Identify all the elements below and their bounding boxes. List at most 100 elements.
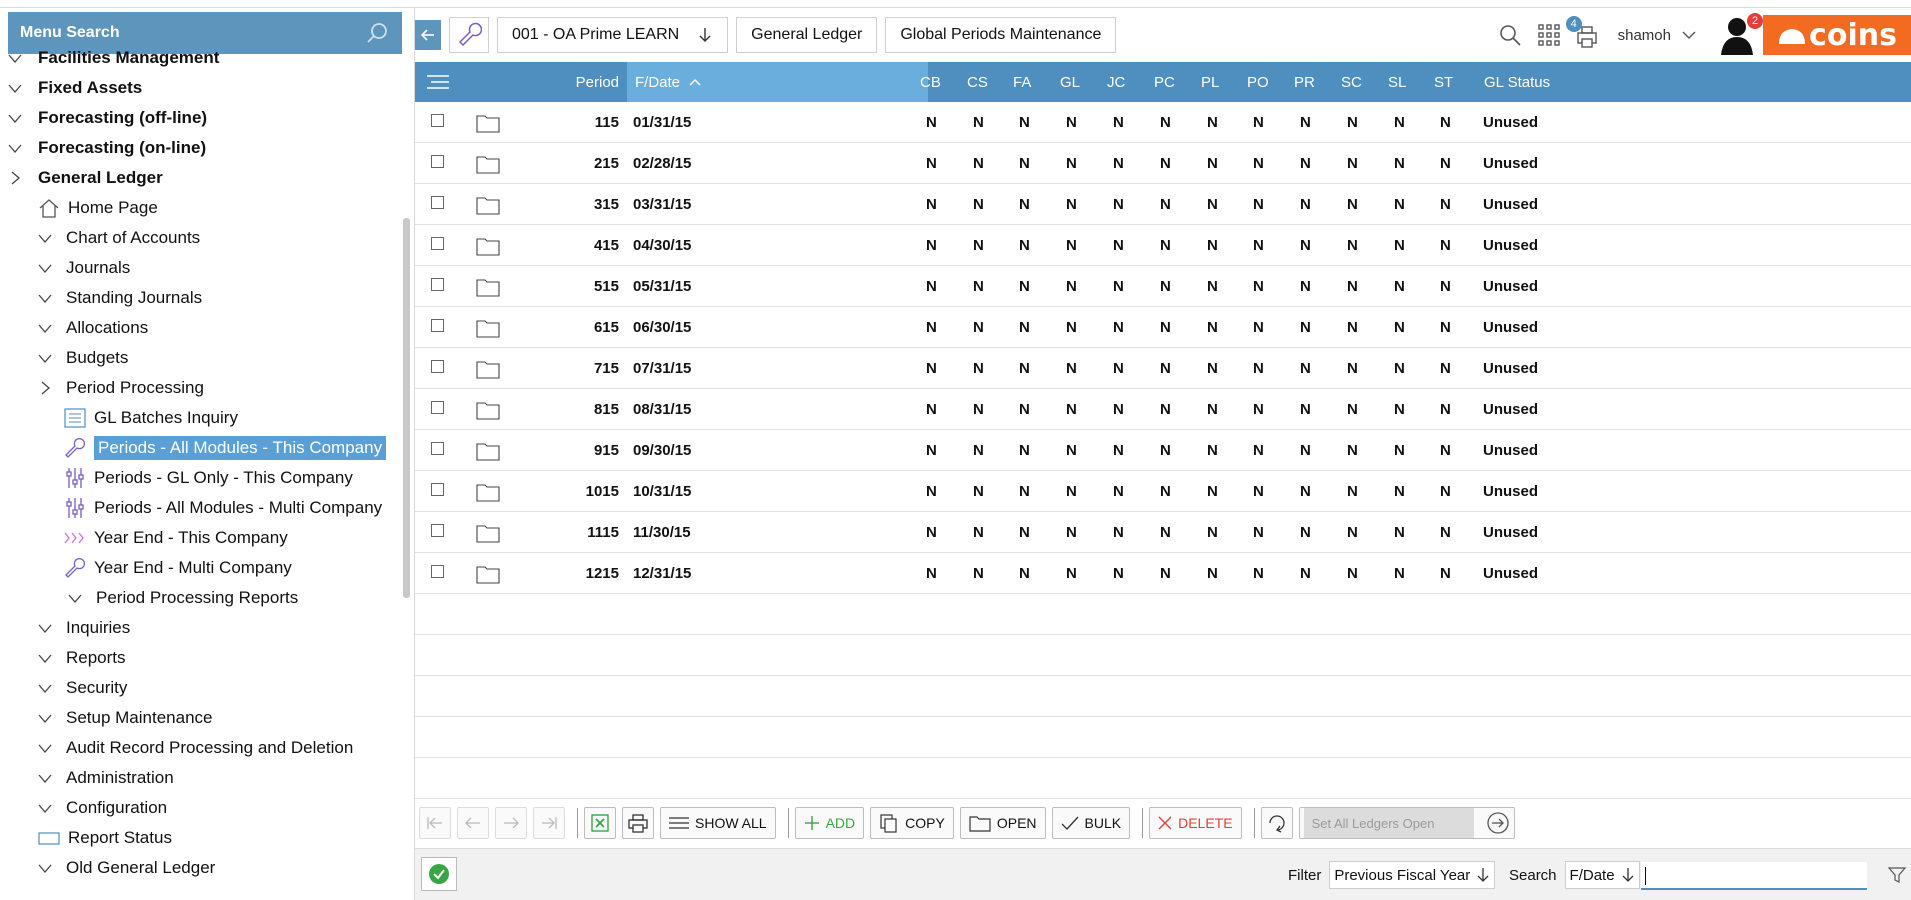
chevron-down-icon[interactable] (1681, 27, 1697, 43)
print-queue[interactable]: 4 (1565, 16, 1602, 50)
sidebar-item[interactable]: Period Processing Reports (64, 583, 298, 613)
chevron-down-icon[interactable] (38, 651, 52, 665)
sidebar-item[interactable]: Year End - This Company (64, 523, 288, 553)
search-icon[interactable] (1498, 23, 1522, 47)
row-checkbox[interactable] (431, 483, 444, 496)
folder-icon[interactable] (476, 471, 500, 512)
delete-button[interactable]: DELETE (1149, 807, 1242, 839)
column-menu[interactable] (427, 62, 457, 102)
breadcrumb-global-periods[interactable]: Global Periods Maintenance (885, 17, 1117, 53)
column-header-flag[interactable]: PC (1154, 62, 1194, 102)
chevron-down-icon[interactable] (38, 801, 52, 815)
sidebar-item[interactable]: Periods - All Modules - This Company (64, 433, 387, 463)
chevron-right-icon[interactable] (8, 171, 22, 185)
column-header-flag[interactable]: SC (1341, 62, 1381, 102)
bulk-button[interactable]: BULK (1051, 807, 1131, 839)
add-button[interactable]: ADD (794, 807, 865, 839)
column-header-flag[interactable]: ST (1434, 62, 1474, 102)
column-header-flag[interactable]: PO (1247, 62, 1287, 102)
breadcrumb-tool[interactable] (449, 17, 489, 53)
sidebar-item[interactable]: Setup Maintenance (38, 703, 213, 733)
folder-icon[interactable] (476, 102, 500, 143)
row-checkbox[interactable] (431, 319, 444, 332)
folder-icon[interactable] (476, 512, 500, 553)
collapse-sidebar-button[interactable] (415, 20, 441, 50)
chevron-down-icon[interactable] (38, 741, 52, 755)
show-all-button[interactable]: SHOW ALL (660, 807, 776, 839)
last-page-button[interactable] (533, 807, 565, 839)
table-row[interactable]: 1015 10/31/15 N N N N N N N N N N N N Unused (415, 471, 1911, 512)
sidebar-item[interactable]: Administration (38, 763, 174, 793)
sidebar-item[interactable]: Periods - All Modules - Multi Company (64, 493, 382, 523)
sidebar-item[interactable]: Security (38, 673, 127, 703)
column-header-flag[interactable]: PL (1201, 62, 1241, 102)
previous-page-button[interactable] (457, 807, 489, 839)
folder-icon[interactable] (476, 553, 500, 594)
column-header-flag[interactable]: SL (1388, 62, 1428, 102)
folder-icon[interactable] (476, 307, 500, 348)
folder-icon[interactable] (476, 348, 500, 389)
table-row[interactable]: 1115 11/30/15 N N N N N N N N N N N N Unused (415, 512, 1911, 553)
circle-arrow-right-icon[interactable] (1486, 811, 1510, 835)
folder-icon[interactable] (476, 225, 500, 266)
sidebar-item[interactable]: Period Processing (38, 373, 204, 403)
sidebar-item[interactable]: General Ledger (8, 163, 163, 193)
chevron-down-icon[interactable] (38, 711, 52, 725)
table-row[interactable]: 115 01/31/15 N N N N N N N N N N N N Unused (415, 102, 1911, 143)
chevron-right-icon[interactable] (38, 381, 52, 395)
user-menu[interactable]: 2 (1719, 13, 1763, 55)
sidebar-item[interactable]: Fixed Assets (8, 73, 142, 103)
chevron-down-icon[interactable] (38, 351, 52, 365)
row-checkbox[interactable] (431, 196, 444, 209)
folder-icon[interactable] (476, 389, 500, 430)
column-header-flag[interactable]: CB (920, 62, 960, 102)
sidebar-item[interactable]: Standing Journals (38, 283, 202, 313)
open-button[interactable]: OPEN (959, 807, 1046, 839)
user-name[interactable]: shamoh (1618, 27, 1671, 44)
chevron-down-icon[interactable] (8, 51, 22, 65)
column-header-flag[interactable]: CS (967, 62, 1007, 102)
chevron-down-icon[interactable] (38, 681, 52, 695)
row-checkbox[interactable] (431, 524, 444, 537)
export-excel-button[interactable] (584, 807, 616, 839)
copy-button[interactable]: COPY (870, 807, 954, 839)
table-row[interactable]: 315 03/31/15 N N N N N N N N N N N N Unused (415, 184, 1911, 225)
folder-icon[interactable] (476, 430, 500, 471)
chevron-down-icon[interactable] (38, 261, 52, 275)
sidebar-item[interactable]: Report Status (38, 823, 172, 853)
row-checkbox[interactable] (431, 442, 444, 455)
chevron-down-icon[interactable] (8, 111, 22, 125)
sidebar-item[interactable]: Configuration (38, 793, 167, 823)
sidebar-item[interactable]: Year End - Multi Company (64, 553, 292, 583)
apps-grid-icon[interactable] (1537, 24, 1560, 46)
column-header-period[interactable]: Period (515, 62, 619, 102)
table-row[interactable]: 715 07/31/15 N N N N N N N N N N N N Unused (415, 348, 1911, 389)
chevron-down-icon[interactable] (68, 591, 82, 605)
table-row[interactable]: 215 02/28/15 N N N N N N N N N N N N Unused (415, 143, 1911, 184)
sidebar-item[interactable]: Facilities Management (8, 43, 219, 73)
refresh-button[interactable] (1260, 807, 1293, 839)
sidebar-scrollbar[interactable] (403, 218, 410, 598)
sidebar-item[interactable]: Inquiries (38, 613, 130, 643)
first-page-button[interactable] (419, 807, 451, 839)
sidebar-item[interactable]: Home Page (38, 193, 158, 223)
table-row[interactable]: 815 08/31/15 N N N N N N N N N N N N Unused (415, 389, 1911, 430)
sidebar-item[interactable]: Chart of Accounts (38, 223, 200, 253)
row-checkbox[interactable] (431, 114, 444, 127)
chevron-down-icon[interactable] (38, 861, 52, 875)
chevron-down-icon[interactable] (38, 231, 52, 245)
sidebar-item[interactable]: Journals (38, 253, 130, 283)
chevron-down-icon[interactable] (8, 141, 22, 155)
column-header-flag[interactable]: GL (1060, 62, 1100, 102)
column-header-flag[interactable]: FA (1013, 62, 1053, 102)
folder-icon[interactable] (476, 184, 500, 225)
folder-icon[interactable] (476, 266, 500, 307)
chevron-down-icon[interactable] (38, 291, 52, 305)
ok-button[interactable] (421, 857, 457, 891)
sidebar-item[interactable]: Old General Ledger (38, 853, 215, 883)
sidebar-item[interactable]: Budgets (38, 343, 128, 373)
sidebar-item[interactable]: Periods - GL Only - This Company (64, 463, 353, 493)
row-checkbox[interactable] (431, 565, 444, 578)
sidebar-item[interactable]: GL Batches Inquiry (64, 403, 238, 433)
breadcrumb-company[interactable]: 001 - OA Prime LEARN (497, 17, 729, 53)
